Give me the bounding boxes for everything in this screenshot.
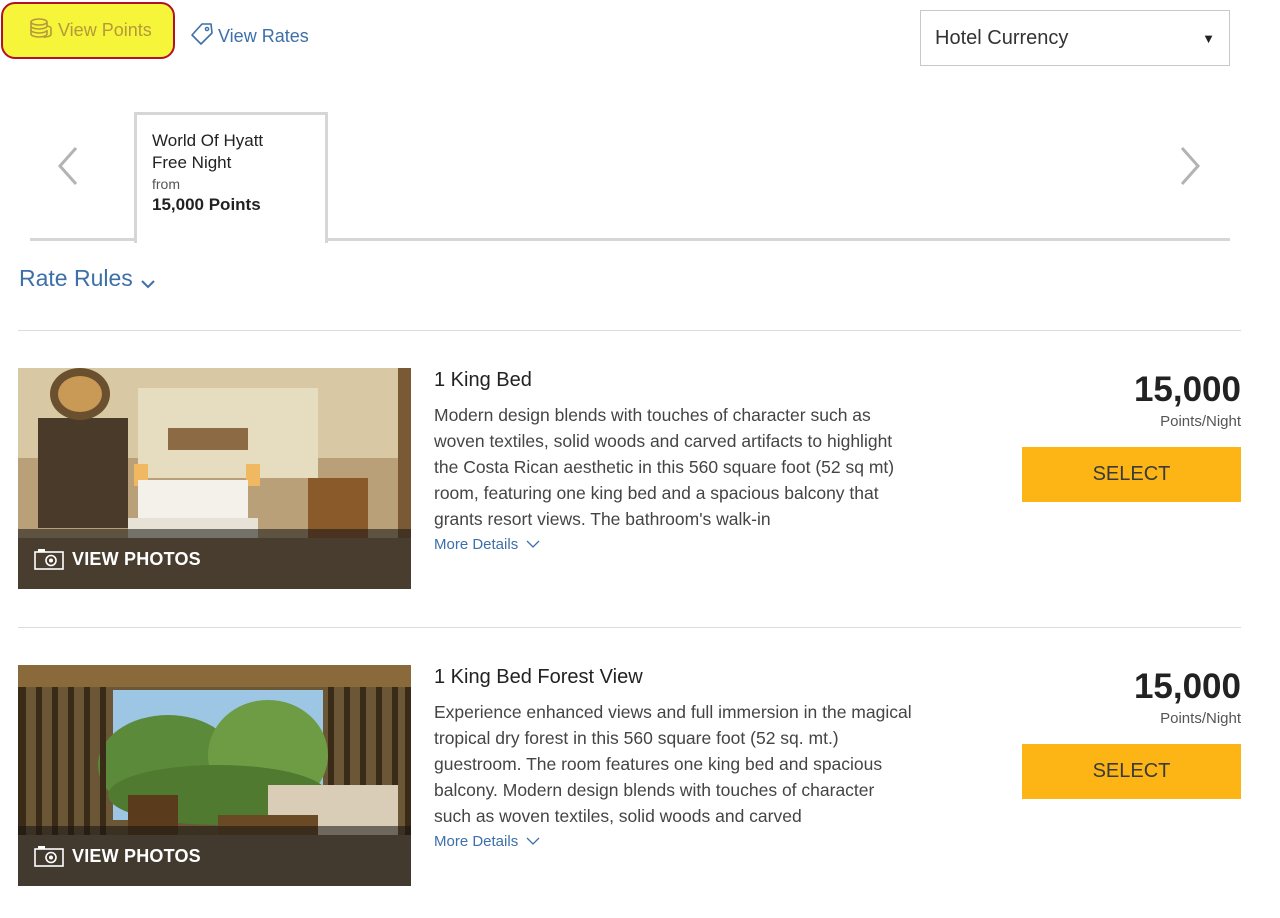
more-details-link[interactable]: More Details: [434, 536, 540, 553]
chevron-down-icon: [526, 540, 540, 548]
room-photo-1[interactable]: VIEW PHOTOS: [18, 368, 411, 589]
coins-icon: [29, 17, 53, 44]
carousel-prev-button[interactable]: [54, 141, 84, 191]
price-tag-icon: [190, 22, 214, 51]
rate-tab-price: 15,000 Points: [152, 195, 261, 214]
currency-select[interactable]: Hotel Currency ▼: [920, 10, 1230, 66]
view-photos-overlay[interactable]: VIEW PHOTOS: [18, 826, 411, 886]
room-divider: [18, 627, 1241, 628]
room-description: Experience enhanced views and full immer…: [434, 702, 912, 826]
room-photo-2[interactable]: VIEW PHOTOS: [18, 665, 411, 886]
chevron-right-icon: [1180, 147, 1201, 185]
room-name: 1 King Bed: [434, 369, 532, 391]
view-points-label: View Points: [58, 20, 152, 40]
price-unit: Points/Night: [1160, 710, 1241, 727]
room-description: Modern design blends with touches of cha…: [434, 405, 895, 529]
rate-rules-label: Rate Rules: [19, 265, 133, 291]
view-photos-label: VIEW PHOTOS: [72, 845, 201, 866]
view-rates-label: View Rates: [218, 25, 309, 46]
section-divider: [18, 330, 1241, 331]
rate-tab-from-label: from: [152, 176, 180, 192]
more-details-label: More Details: [434, 833, 519, 850]
rate-rules-toggle[interactable]: Rate Rules: [19, 262, 156, 295]
room-name: 1 King Bed Forest View: [434, 666, 643, 688]
select-room-button[interactable]: SELECT: [1022, 744, 1241, 799]
camera-icon: [34, 845, 64, 867]
room-price: 15,000: [1133, 667, 1241, 706]
rate-tab-title-line2: Free Night: [152, 153, 232, 172]
view-rates-button[interactable]: View Rates: [190, 22, 309, 50]
select-room-button[interactable]: SELECT: [1022, 447, 1241, 502]
camera-icon: [34, 548, 64, 570]
view-photos-overlay[interactable]: VIEW PHOTOS: [18, 529, 411, 589]
currency-select-value: Hotel Currency: [935, 26, 1069, 49]
room-price: 15,000: [1133, 370, 1241, 409]
more-details-label: More Details: [434, 536, 519, 553]
carousel-next-button[interactable]: [1174, 141, 1204, 191]
price-unit: Points/Night: [1160, 413, 1241, 430]
chevron-down-icon: [526, 837, 540, 845]
rate-tab-world-of-hyatt[interactable]: World Of Hyatt Free Night from 15,000 Po…: [134, 112, 328, 243]
view-photos-label: VIEW PHOTOS: [72, 548, 201, 569]
chevron-down-icon: [140, 268, 156, 295]
rate-tab-title-line1: World Of Hyatt: [152, 131, 264, 150]
caret-down-icon: ▼: [1202, 30, 1215, 46]
more-details-link[interactable]: More Details: [434, 833, 540, 850]
view-points-button[interactable]: View Points: [1, 2, 175, 59]
chevron-left-icon: [57, 147, 78, 185]
